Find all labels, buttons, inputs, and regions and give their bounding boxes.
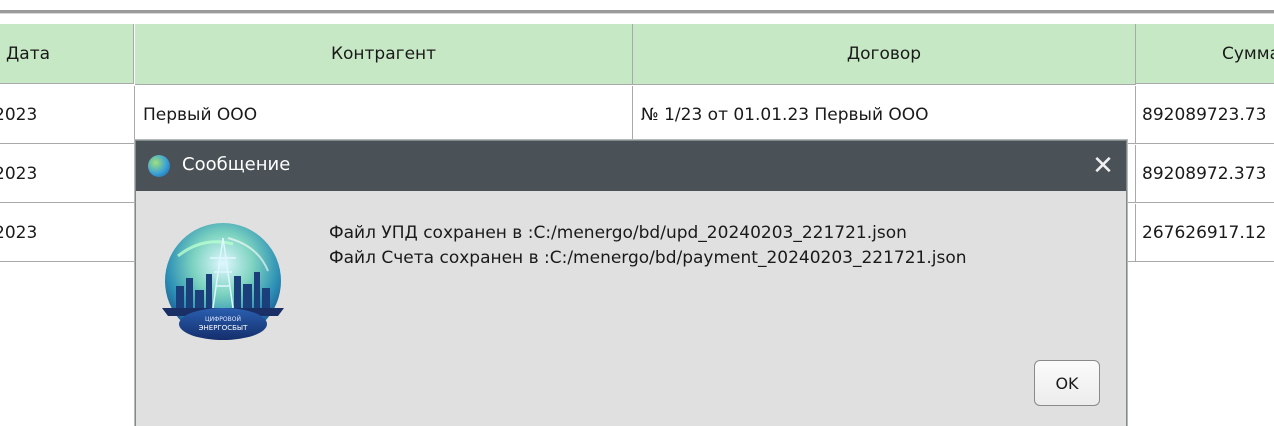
table-cell-contract[interactable]: № 1/23 от 01.01.23 Первый ООО	[633, 86, 1136, 144]
ok-button[interactable]: OK	[1034, 360, 1100, 406]
column-header-counterparty[interactable]: Контрагент	[135, 24, 633, 85]
globe-app-icon	[148, 155, 170, 177]
cell-text: № 1/23 от 01.01.23 Первый ООО	[641, 104, 929, 125]
dialog-message: Файл УПД сохранен в :C:/menergo/bd/upd_2…	[329, 221, 967, 271]
column-header-label: Договор	[846, 44, 922, 64]
table-cell-date[interactable]: 2023	[0, 145, 135, 203]
table-cell-date[interactable]: 2023	[0, 204, 135, 262]
message-line-upd: Файл УПД сохранен в :C:/menergo/bd/upd_2…	[329, 223, 907, 243]
top-divider-shadow	[0, 13, 1274, 14]
column-header-sum[interactable]: Сумма	[1136, 24, 1274, 84]
cell-text: 89208972.373	[1142, 163, 1267, 184]
logo-text-line1: ЦИФРОВОЙ	[205, 316, 241, 323]
column-header-date[interactable]: Дата	[0, 24, 134, 84]
table-row[interactable]: 2023 Первый ООО № 1/23 от 01.01.23 Первы…	[0, 86, 1274, 145]
dialog-title: Сообщение	[182, 154, 291, 175]
cell-text: Первый ООО	[143, 104, 258, 125]
cell-text: 2023	[0, 222, 38, 243]
column-header-label: Сумма	[1222, 43, 1274, 64]
column-header-label: Контрагент	[330, 44, 437, 64]
app-window: Дата Контрагент Договор Сумма 2023 Первы…	[0, 0, 1274, 426]
energy-company-logo: ЦИФРОВОЙ ЭНЕРГОСБЫТ	[158, 216, 288, 346]
column-header-contract[interactable]: Договор	[633, 24, 1136, 85]
cell-text: 892089723.73	[1142, 104, 1267, 125]
close-icon[interactable]: ✕	[1086, 149, 1120, 183]
column-header-label: Дата	[6, 43, 51, 64]
table-header-row: Дата Контрагент Договор Сумма	[0, 24, 1274, 86]
cell-text: 267626917.12	[1142, 222, 1267, 243]
cell-text: 2023	[0, 163, 38, 184]
logo-text-line2: ЭНЕРГОСБЫТ	[199, 324, 248, 332]
table-cell-counterparty[interactable]: Первый ООО	[135, 86, 633, 144]
table-cell-sum[interactable]: 892089723.73	[1136, 86, 1274, 144]
cell-text: 2023	[0, 104, 38, 125]
table-cell-sum[interactable]: 89208972.373	[1136, 145, 1274, 203]
message-line-payment: Файл Счета сохранен в :C:/menergo/bd/pay…	[329, 248, 967, 268]
dialog-titlebar[interactable]: Сообщение ✕	[136, 141, 1126, 191]
table-cell-sum[interactable]: 267626917.12	[1136, 204, 1274, 262]
ok-button-label: OK	[1055, 373, 1079, 393]
message-dialog: Сообщение ✕ ЦИФРОВОЙ ЭНЕРГОСБЫТ Файл УПД…	[135, 140, 1127, 426]
table-cell-date[interactable]: 2023	[0, 86, 135, 144]
